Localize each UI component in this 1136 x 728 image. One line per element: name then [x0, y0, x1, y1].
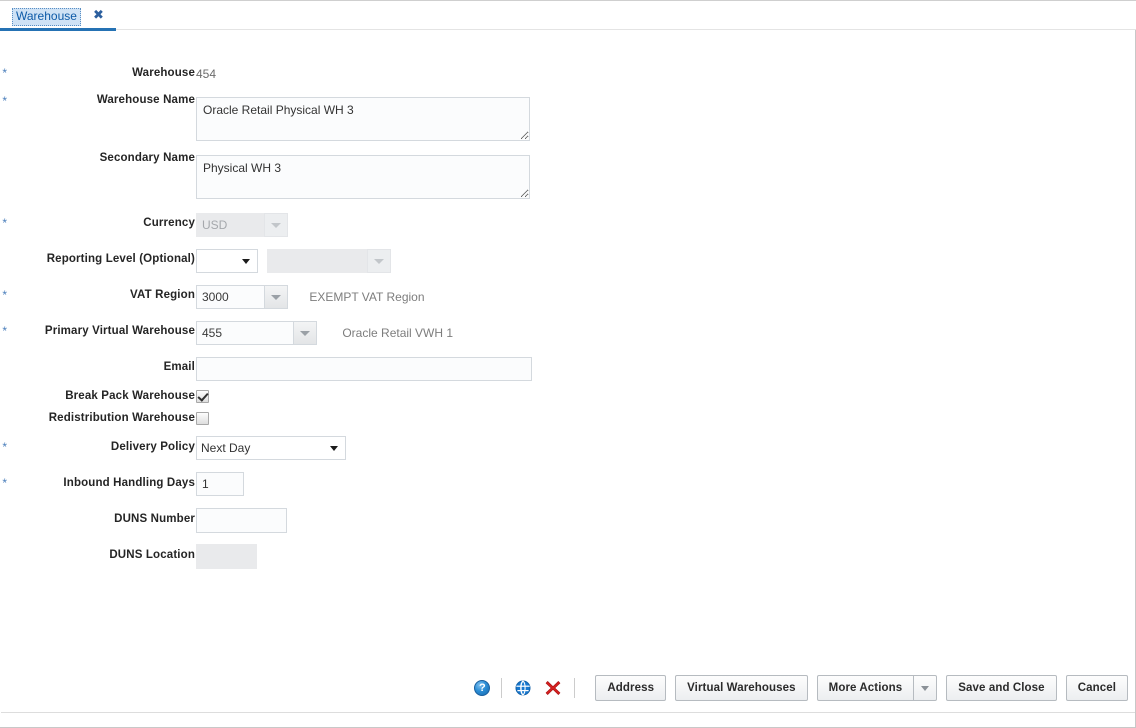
footer-toolbar: ? Address Virtual Warehouses More Action…	[0, 664, 1136, 728]
required-marker: *	[2, 66, 7, 80]
close-icon[interactable]: ✖	[92, 9, 105, 22]
control-redistribution-warehouse	[196, 412, 209, 428]
inbound-handling-days-input[interactable]	[196, 472, 244, 496]
control-inbound-handling-days	[196, 472, 244, 496]
more-actions-button[interactable]: More Actions	[816, 675, 915, 701]
secondary-name-input[interactable]	[196, 155, 530, 199]
label-duns-number: DUNS Number	[114, 513, 195, 525]
toolbar-separator-2	[574, 678, 576, 698]
cancel-button[interactable]: Cancel	[1065, 675, 1128, 701]
control-delivery-policy: Next Day	[196, 436, 346, 460]
label-reporting-level-wrap: Reporting Level (Optional)	[0, 253, 195, 269]
vat-region-dropdown-icon[interactable]	[264, 285, 288, 309]
save-and-close-button[interactable]: Save and Close	[946, 675, 1057, 701]
label-primary-virtual-warehouse: Primary Virtual Warehouse	[44, 325, 195, 337]
label-delivery-policy: Delivery Policy	[110, 441, 195, 453]
control-reporting-level	[196, 249, 392, 273]
currency-dropdown-icon	[264, 213, 288, 237]
primary-virtual-warehouse-description: Oracle Retail VWH 1	[342, 326, 454, 340]
reporting-level-select[interactable]	[196, 249, 258, 273]
control-secondary-name	[196, 155, 530, 202]
label-email-wrap: Email	[0, 361, 195, 377]
label-warehouse: Warehouse	[132, 67, 195, 79]
control-warehouse: 454	[196, 67, 216, 81]
currency-input	[196, 213, 264, 237]
label-vat-region: VAT Region	[130, 289, 195, 301]
tab-warehouse[interactable]: Warehouse ✖	[0, 2, 116, 31]
control-email	[196, 357, 532, 381]
label-primary-virtual-warehouse-wrap: * Primary Virtual Warehouse	[0, 324, 195, 341]
warehouse-value: 454	[196, 67, 217, 81]
break-pack-warehouse-checkbox[interactable]	[196, 390, 209, 403]
vat-region-lov[interactable]	[196, 285, 288, 309]
required-marker: *	[2, 440, 7, 454]
reporting-level-select-wrap[interactable]	[196, 249, 258, 273]
label-break-pack-warehouse: Break Pack Warehouse	[65, 390, 195, 402]
label-secondary-name-wrap: Secondary Name	[0, 152, 195, 168]
vat-region-input[interactable]	[196, 285, 264, 309]
label-inbound-handling-days: Inbound Handling Days	[63, 477, 195, 489]
redistribution-warehouse-checkbox[interactable]	[196, 412, 209, 425]
label-warehouse-wrap: * Warehouse	[0, 66, 195, 83]
label-redistribution-warehouse: Redistribution Warehouse	[48, 412, 195, 424]
footer-divider	[1, 712, 1135, 713]
reporting-level-lov	[267, 249, 392, 273]
primary-virtual-warehouse-lov[interactable]	[196, 321, 317, 345]
tab-strip: Warehouse ✖	[0, 0, 1136, 31]
reporting-level-dropdown-icon	[367, 249, 392, 273]
delete-icon[interactable]	[543, 678, 563, 698]
delivery-policy-select[interactable]: Next Day	[196, 436, 346, 460]
footer-actions: ? Address Virtual Warehouses More Action…	[474, 664, 1128, 712]
warehouse-name-input[interactable]	[196, 97, 530, 141]
control-vat-region: EXEMPT VAT Region	[196, 285, 425, 309]
control-duns-number	[196, 508, 287, 533]
required-marker: *	[2, 288, 7, 302]
label-email: Email	[163, 361, 195, 373]
tab-warehouse-label: Warehouse	[12, 8, 81, 26]
control-warehouse-name	[196, 97, 530, 144]
duns-location-input	[196, 544, 257, 569]
label-warehouse-name: Warehouse Name	[96, 94, 195, 106]
label-secondary-name: Secondary Name	[99, 152, 195, 164]
control-currency	[196, 213, 288, 237]
label-vat-region-wrap: * VAT Region	[0, 288, 195, 305]
control-primary-virtual-warehouse: Oracle Retail VWH 1	[196, 321, 453, 345]
primary-virtual-warehouse-dropdown-icon[interactable]	[293, 321, 317, 345]
required-marker: *	[2, 216, 7, 230]
label-currency: Currency	[143, 217, 195, 229]
label-warehouse-name-wrap: * Warehouse Name	[0, 94, 195, 110]
help-icon[interactable]: ?	[474, 680, 491, 696]
label-delivery-policy-wrap: * Delivery Policy	[0, 440, 195, 457]
address-button[interactable]: Address	[595, 675, 667, 701]
label-reporting-level: Reporting Level (Optional)	[46, 253, 195, 265]
currency-lov	[196, 213, 288, 237]
label-break-pack-warehouse-wrap: Break Pack Warehouse	[0, 390, 195, 406]
label-redistribution-warehouse-wrap: Redistribution Warehouse	[0, 412, 195, 428]
label-duns-number-wrap: DUNS Number	[0, 513, 195, 529]
more-actions-split-button[interactable]: More Actions	[816, 675, 938, 701]
delivery-policy-select-wrap[interactable]: Next Day	[196, 436, 346, 460]
toolbar-separator-1	[501, 678, 503, 698]
email-input[interactable]	[196, 357, 532, 381]
label-duns-location: DUNS Location	[109, 549, 195, 561]
primary-virtual-warehouse-input[interactable]	[196, 321, 293, 345]
required-marker: *	[2, 324, 7, 338]
required-marker: *	[2, 94, 7, 108]
label-currency-wrap: * Currency	[0, 216, 195, 233]
control-duns-location	[196, 544, 257, 569]
globe-icon[interactable]	[513, 678, 533, 698]
chevron-down-icon[interactable]	[914, 675, 938, 701]
warehouse-form: * Warehouse 454 * Warehouse Name Seconda…	[0, 29, 1136, 664]
virtual-warehouses-button[interactable]: Virtual Warehouses	[675, 675, 808, 701]
control-break-pack-warehouse	[196, 390, 209, 406]
application-window: Warehouse ✖ * Warehouse 454 * Warehouse …	[0, 0, 1136, 728]
duns-number-input[interactable]	[196, 508, 287, 533]
reporting-level-lov-input	[267, 249, 368, 273]
label-duns-location-wrap: DUNS Location	[0, 549, 195, 565]
vat-region-description: EXEMPT VAT Region	[309, 290, 425, 304]
label-inbound-handling-days-wrap: * Inbound Handling Days	[0, 476, 195, 493]
required-marker: *	[2, 476, 7, 490]
